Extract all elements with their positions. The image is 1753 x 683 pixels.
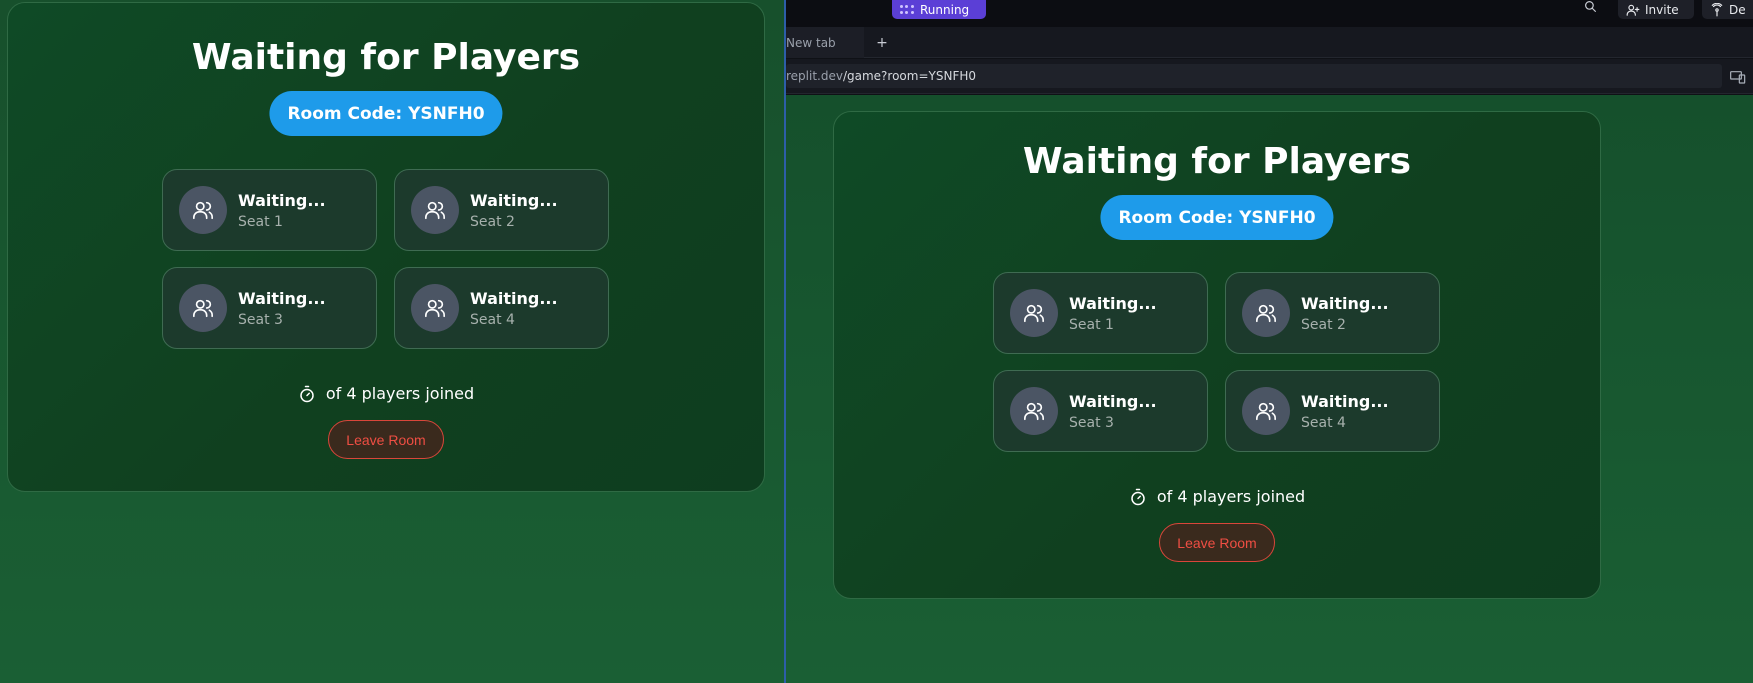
invite-label: Invite — [1645, 2, 1679, 17]
seat-status: Waiting... — [1069, 391, 1157, 411]
seat-label: Seat 2 — [1301, 316, 1346, 333]
page-title: Waiting for Players — [1022, 141, 1412, 182]
waiting-room-card: Waiting for Players Room Code: YSNFH0 Wa… — [833, 111, 1601, 599]
users-icon — [1010, 289, 1058, 337]
webview-preview: Waiting for Players Room Code: YSNFH0 Wa… — [786, 95, 1753, 683]
run-icon — [900, 4, 914, 15]
url-host: replit.dev — [786, 69, 843, 83]
run-button[interactable]: Running — [892, 0, 986, 19]
seat-card-3: Waiting... Seat 3 — [162, 267, 377, 349]
stopwatch-icon — [1131, 488, 1145, 505]
tab-new[interactable]: New tab — [786, 27, 864, 58]
seat-label: Seat 1 — [238, 213, 283, 230]
seat-grid: Waiting... Seat 1 Waiting... Seat 2 Wait… — [162, 169, 610, 349]
deploy-button[interactable]: De — [1702, 0, 1753, 19]
seat-status: Waiting... — [470, 288, 558, 308]
seat-label: Seat 4 — [470, 311, 515, 328]
users-icon — [1242, 289, 1290, 337]
seat-card-2: Waiting... Seat 2 — [394, 169, 609, 251]
search-icon[interactable] — [1584, 0, 1598, 14]
devices-icon[interactable] — [1730, 69, 1746, 84]
deploy-label: De — [1729, 2, 1746, 17]
users-icon — [1242, 387, 1290, 435]
new-tab-button[interactable]: + — [872, 33, 892, 53]
seat-label: Seat 3 — [1069, 414, 1114, 431]
seat-card-4: Waiting... Seat 4 — [1225, 370, 1440, 452]
seat-label: Seat 4 — [1301, 414, 1346, 431]
left-webview-pane: Waiting for Players Room Code: YSNFH0 Wa… — [0, 0, 784, 683]
tab-label: New tab — [786, 35, 836, 50]
leave-room-button[interactable]: Leave Room — [1159, 523, 1275, 562]
room-code-badge[interactable]: Room Code: YSNFH0 — [269, 91, 503, 136]
players-joined-text: of 4 players joined — [325, 384, 475, 403]
players-joined-status: of 4 players joined — [8, 384, 764, 403]
users-icon — [1010, 387, 1058, 435]
seat-card-2: Waiting... Seat 2 — [1225, 272, 1440, 354]
players-joined-status: of 4 players joined — [834, 487, 1600, 506]
preview-url-bar: replit.dev/game?room=YSNFH0 — [786, 59, 1753, 94]
page-title: Waiting for Players — [191, 37, 581, 78]
run-label: Running — [920, 2, 970, 17]
seat-status: Waiting... — [1301, 293, 1389, 313]
room-code-badge[interactable]: Room Code: YSNFH0 — [1100, 195, 1334, 240]
stopwatch-icon — [300, 385, 314, 402]
seat-status: Waiting... — [238, 288, 326, 308]
url-input[interactable]: replit.dev/game?room=YSNFH0 — [786, 64, 1722, 88]
tab-bar: New tab + — [786, 27, 1753, 58]
seat-card-4: Waiting... Seat 4 — [394, 267, 609, 349]
seat-label: Seat 3 — [238, 311, 283, 328]
seat-label: Seat 1 — [1069, 316, 1114, 333]
seat-status: Waiting... — [1069, 293, 1157, 313]
users-icon — [411, 186, 459, 234]
user-plus-icon — [1626, 4, 1640, 16]
deploy-icon — [1711, 2, 1723, 16]
seat-card-1: Waiting... Seat 1 — [993, 272, 1208, 354]
leave-room-button[interactable]: Leave Room — [328, 420, 444, 459]
seat-status: Waiting... — [238, 190, 326, 210]
players-joined-text: of 4 players joined — [1156, 487, 1306, 506]
ide-pane: Running Invite De New tab + replit.dev/g… — [786, 0, 1753, 683]
seat-card-1: Waiting... Seat 1 — [162, 169, 377, 251]
seat-status: Waiting... — [470, 190, 558, 210]
url-path: /game?room=YSNFH0 — [842, 69, 977, 83]
invite-button[interactable]: Invite — [1618, 0, 1694, 19]
users-icon — [411, 284, 459, 332]
seat-label: Seat 2 — [470, 213, 515, 230]
seat-grid: Waiting... Seat 1 Waiting... Seat 2 Wait… — [993, 272, 1441, 452]
ide-topbar: Running Invite De — [786, 0, 1753, 27]
users-icon — [179, 186, 227, 234]
users-icon — [179, 284, 227, 332]
waiting-room-card: Waiting for Players Room Code: YSNFH0 Wa… — [7, 2, 765, 492]
seat-status: Waiting... — [1301, 391, 1389, 411]
seat-card-3: Waiting... Seat 3 — [993, 370, 1208, 452]
